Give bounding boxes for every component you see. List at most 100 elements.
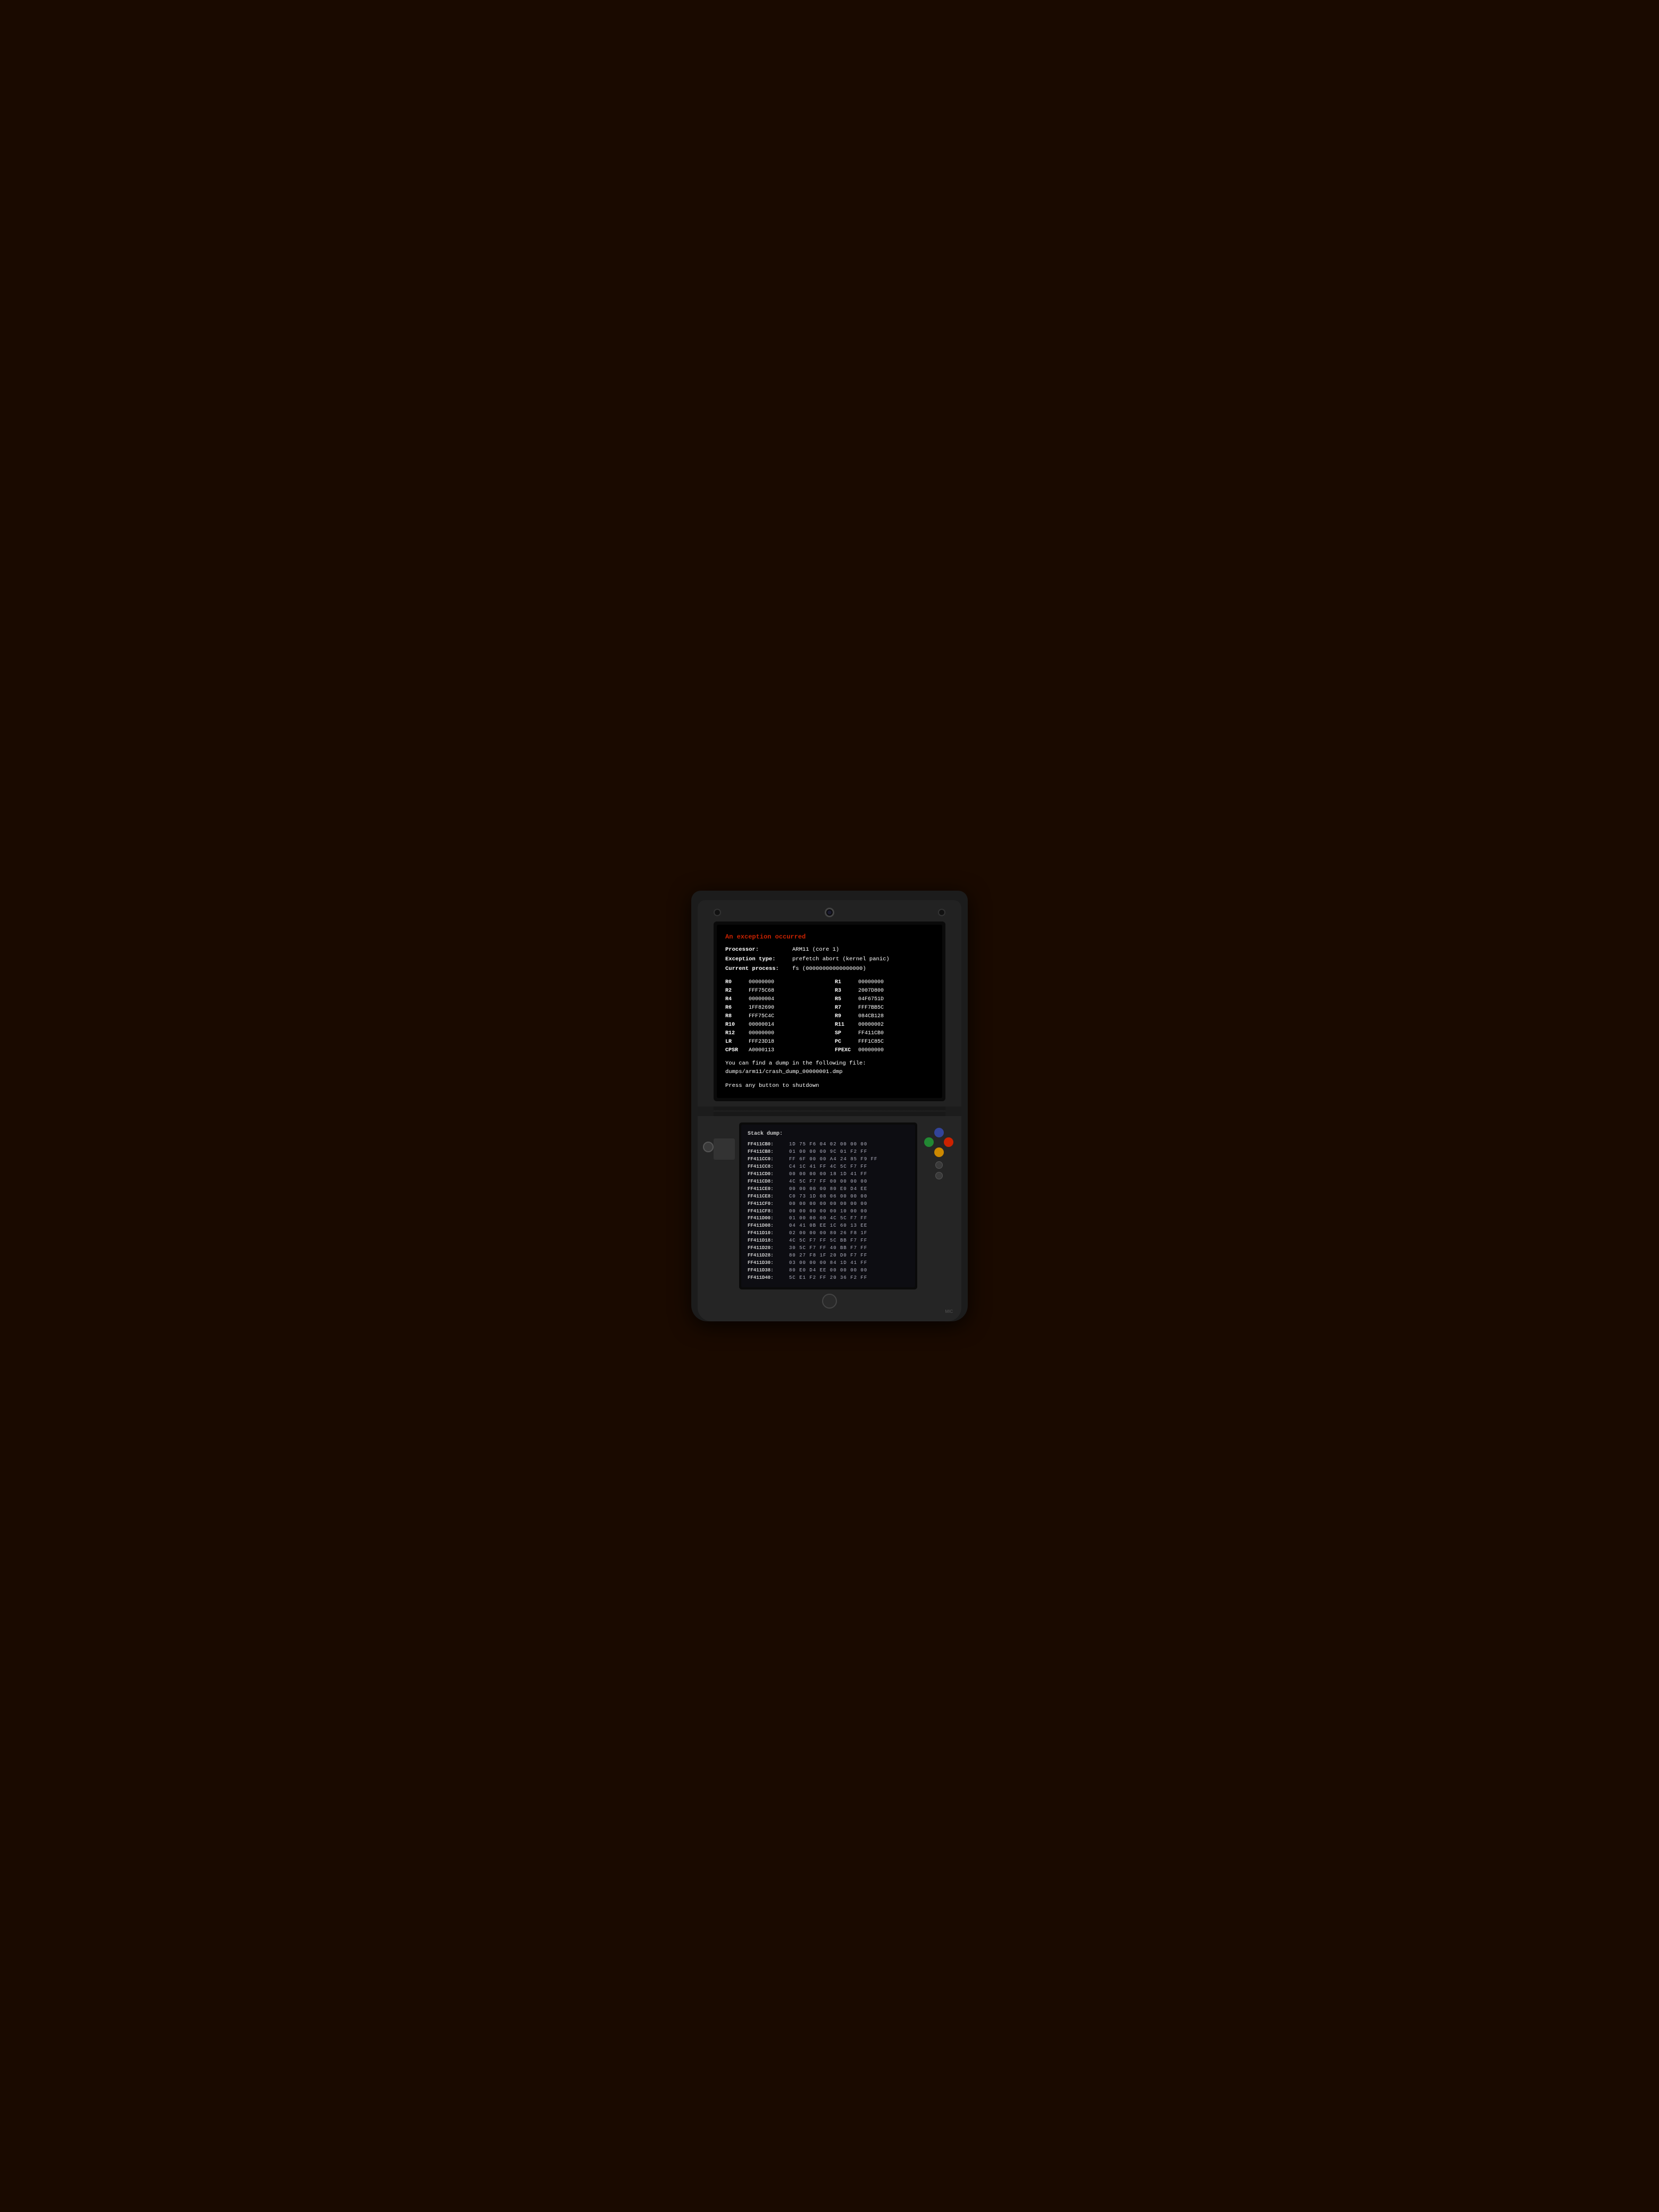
stack-address: FF411D30: <box>748 1260 786 1267</box>
reg-value: 00000004 <box>749 995 774 1003</box>
reg-value: FFF1C85C <box>858 1038 884 1046</box>
bottom-half: Stack dump: FF411CB0:1D 75 F6 04 02 00 0… <box>698 1116 961 1321</box>
stack-bytes: 01 00 00 00 4C 5C F7 FF <box>789 1215 867 1222</box>
reg-value: 2007D800 <box>858 987 884 995</box>
stack-address: FF411CD0: <box>748 1171 786 1178</box>
reg-name: R10 <box>725 1021 745 1029</box>
reg-value: FFF75C4C <box>749 1012 774 1020</box>
top-half: An exception occurred Processor: ARM11 (… <box>698 900 961 1107</box>
stack-address: FF411CE8: <box>748 1193 786 1201</box>
register-row: LRFFF23D18 <box>725 1038 824 1046</box>
right-controls <box>921 1122 956 1179</box>
stack-row: FF411D38:80 E0 D4 EE 00 00 00 00 <box>748 1267 909 1275</box>
y-button[interactable] <box>924 1137 934 1147</box>
a-button[interactable] <box>944 1137 953 1147</box>
register-row: R9084CB128 <box>835 1012 934 1020</box>
left-analog-nub[interactable] <box>703 1142 714 1152</box>
stack-address: FF411D40: <box>748 1275 786 1282</box>
reg-name: R9 <box>835 1012 855 1020</box>
reg-value: FFF7BB5C <box>858 1004 884 1012</box>
reg-name: R11 <box>835 1021 855 1029</box>
stack-bytes: 00 00 00 00 00 00 00 00 <box>789 1201 867 1208</box>
reg-value: 1FF82690 <box>749 1004 774 1012</box>
stack-row: FF411CC0:FF 6F 00 00 A4 24 85 F9 FF <box>748 1156 909 1163</box>
process-row: Current process: fs (00000000000000000) <box>725 965 934 974</box>
stack-address: FF411CB0: <box>748 1141 786 1149</box>
stack-row: FF411D18:4C 5C F7 FF 5C BB F7 FF <box>748 1237 909 1245</box>
reg-value: 00000002 <box>858 1021 884 1029</box>
stack-bytes: 00 00 00 00 00 10 00 00 <box>789 1208 867 1216</box>
stack-bytes: 30 5C F7 FF 40 BB F7 FF <box>789 1245 867 1252</box>
stack-bytes: 04 41 0B EE 1C 60 13 EE <box>789 1222 867 1230</box>
dump-text: You can find a dump in the following fil… <box>725 1060 934 1068</box>
stack-bytes: 1D 75 F6 04 02 00 00 00 <box>789 1141 867 1149</box>
stack-bytes: FF 6F 00 00 A4 24 85 F9 FF <box>789 1156 877 1163</box>
hinge <box>714 1107 945 1116</box>
stack-bytes: 80 E0 D4 EE 00 00 00 00 <box>789 1267 867 1275</box>
reg-value: FFF23D18 <box>749 1038 774 1046</box>
stack-bytes: 5C E1 F2 FF 20 36 F2 FF <box>789 1275 867 1282</box>
register-row: PCFFF1C85C <box>835 1038 934 1046</box>
register-row: R000000000 <box>725 978 824 986</box>
stack-address: FF411D28: <box>748 1252 786 1260</box>
stack-row: FF411D10:02 00 00 00 80 26 F8 1F <box>748 1230 909 1237</box>
stack-address: FF411CD8: <box>748 1178 786 1186</box>
reg-name: R8 <box>725 1012 745 1020</box>
stack-row: FF411D08:04 41 0B EE 1C 60 13 EE <box>748 1222 909 1230</box>
register-row: R7FFF7BB5C <box>835 1004 934 1012</box>
lower-screen-bezel: Stack dump: FF411CB0:1D 75 F6 04 02 00 0… <box>739 1122 917 1289</box>
stack-bytes: 00 00 00 00 18 1D 41 FF <box>789 1171 867 1178</box>
register-row: R2 FFF75C68 <box>725 987 824 995</box>
reg-name: PC <box>835 1038 855 1046</box>
reg-value: 00000000 <box>749 1029 774 1037</box>
stack-address: FF411D38: <box>748 1267 786 1275</box>
select-button[interactable] <box>935 1172 943 1179</box>
lower-screen: Stack dump: FF411CB0:1D 75 F6 04 02 00 0… <box>741 1125 915 1287</box>
register-row: R1000000014 <box>725 1021 824 1029</box>
nintendo-3ds-console: An exception occurred Processor: ARM11 (… <box>691 891 968 1321</box>
register-row: CPSRA0000113 <box>725 1046 824 1054</box>
stack-row: FF411CD0:00 00 00 00 18 1D 41 FF <box>748 1171 909 1178</box>
reg-value: 084CB128 <box>858 1012 884 1020</box>
d-pad[interactable] <box>714 1138 735 1160</box>
stack-address: FF411CF8: <box>748 1208 786 1216</box>
register-row: R4 00000004 <box>725 995 824 1003</box>
press-shutdown-text: Press any button to shutdown <box>725 1082 934 1091</box>
reg-name: R4 <box>725 995 745 1003</box>
reg-value: FFF75C68 <box>749 987 774 995</box>
bottom-controls-row: Stack dump: FF411CB0:1D 75 F6 04 02 00 0… <box>703 1122 956 1289</box>
stack-row: FF411D30:03 00 00 00 84 1D 41 FF <box>748 1260 909 1267</box>
front-camera <box>825 908 834 917</box>
stack-bytes: C4 1C 41 FF 4C 5C F7 FF <box>789 1163 867 1171</box>
lower-screen-area: Stack dump: FF411CB0:1D 75 F6 04 02 00 0… <box>739 1122 917 1289</box>
processor-value: ARM11 (core 1) <box>792 946 839 954</box>
stack-bytes: 4C 5C F7 FF 00 00 00 00 <box>789 1178 867 1186</box>
reg-name: FPEXC <box>835 1046 855 1054</box>
stack-row: FF411D28:80 27 F8 1F 20 D0 F7 FF <box>748 1252 909 1260</box>
x-button[interactable] <box>934 1128 944 1137</box>
exception-label: Exception type: <box>725 956 789 964</box>
b-button[interactable] <box>934 1147 944 1157</box>
stack-bytes: C0 73 1D 08 06 00 00 00 <box>789 1193 867 1201</box>
stack-row: FF411CE0:00 00 00 00 80 E0 D4 EE <box>748 1186 909 1193</box>
reg-name: R2 <box>725 987 745 995</box>
process-value: fs (00000000000000000) <box>792 965 866 974</box>
stack-bytes: 03 00 00 00 84 1D 41 FF <box>789 1260 867 1267</box>
mic-label: MIC <box>945 1309 953 1314</box>
top-decorations <box>703 908 956 917</box>
registers-grid: R000000000R100000000R2FFF75C68R32007D800… <box>725 978 934 1054</box>
register-row: R100000000 <box>835 978 934 986</box>
stack-address: FF411D10: <box>748 1230 786 1237</box>
stack-address: FF411CB8: <box>748 1149 786 1156</box>
stack-row: FF411D20:30 5C F7 FF 40 BB F7 FF <box>748 1245 909 1252</box>
upper-screen: An exception occurred Processor: ARM11 (… <box>717 925 942 1098</box>
bottom-row <box>703 1289 956 1311</box>
stack-address: FF411CF0: <box>748 1201 786 1208</box>
home-button[interactable] <box>822 1294 837 1309</box>
register-row: R504F6751D <box>835 995 934 1003</box>
stack-bytes: 02 00 00 00 80 26 F8 1F <box>789 1230 867 1237</box>
processor-row: Processor: ARM11 (core 1) <box>725 946 934 954</box>
start-button[interactable] <box>935 1161 943 1169</box>
stack-address: FF411CE0: <box>748 1186 786 1193</box>
register-row: R1100000002 <box>835 1021 934 1029</box>
